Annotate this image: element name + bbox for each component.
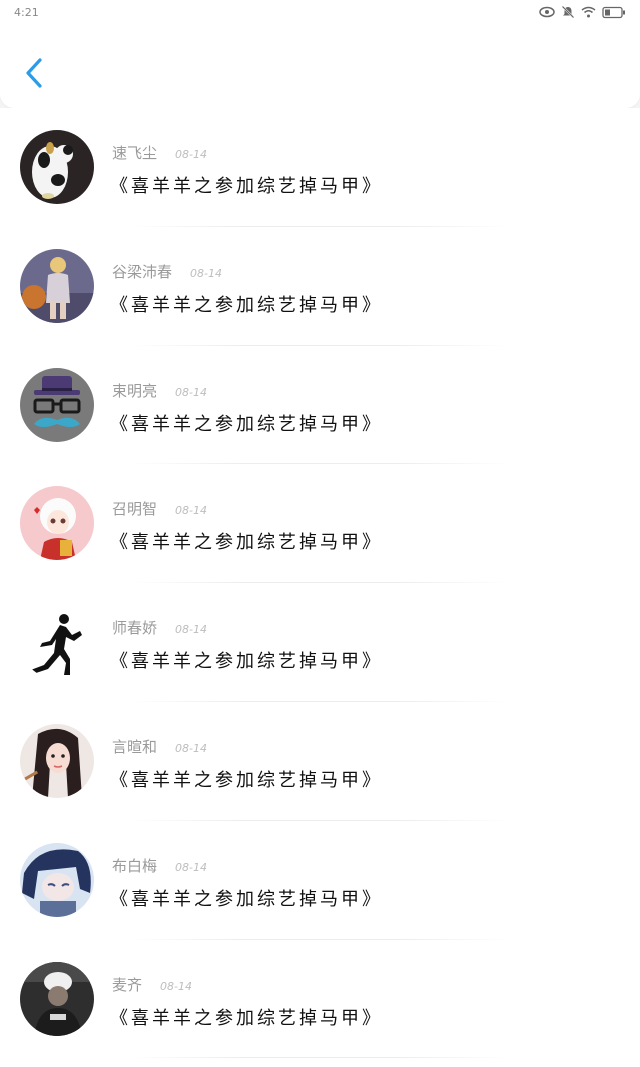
post-date: 08-14 (175, 741, 207, 755)
back-button[interactable] (20, 52, 50, 94)
item-meta: 布白梅 08-14 (112, 855, 207, 876)
eye-icon (539, 6, 555, 18)
item-meta: 束明亮 08-14 (112, 380, 207, 401)
runner-silhouette-avatar-icon (20, 605, 94, 680)
hat-glasses-mustache-avatar-icon (20, 367, 94, 442)
list-item[interactable]: 布白梅 08-14 《喜羊羊之参加综艺掉马甲》 (0, 821, 640, 940)
author-name: 布白梅 (112, 856, 158, 875)
list-item[interactable]: 束明亮 08-14 《喜羊羊之参加综艺掉马甲》 (0, 346, 640, 465)
person-dark-cap-avatar-icon (20, 961, 94, 1036)
author-name: 言暄和 (112, 737, 158, 756)
list-item[interactable]: 麦齐 08-14 《喜羊羊之参加综艺掉马甲》 (0, 940, 640, 1059)
status-icons (539, 5, 626, 19)
list-item[interactable]: 召明智 08-14 《喜羊羊之参加综艺掉马甲》 (0, 464, 640, 584)
post-date: 08-14 (175, 385, 207, 399)
status-time: 4:21 (14, 6, 39, 19)
item-meta: 速飞尘 08-14 (112, 142, 207, 163)
avatar[interactable] (20, 605, 94, 680)
divider (130, 1057, 510, 1059)
item-meta: 言暄和 08-14 (112, 736, 207, 757)
list-item[interactable]: 师春娇 08-14 《喜羊羊之参加综艺掉马甲》 (0, 583, 640, 702)
book-title: 《喜羊羊之参加综艺掉马甲》 (110, 888, 383, 910)
book-title: 《喜羊羊之参加综艺掉马甲》 (110, 294, 383, 316)
item-meta: 召明智 08-14 (112, 498, 207, 519)
author-name: 谷梁沛春 (112, 262, 173, 281)
avatar[interactable] (20, 961, 94, 1036)
book-title: 《喜羊羊之参加综艺掉马甲》 (110, 1007, 383, 1029)
wifi-icon (581, 6, 596, 18)
item-meta: 麦齐 08-14 (112, 974, 192, 995)
avatar[interactable] (20, 130, 94, 204)
post-date: 08-14 (175, 504, 207, 518)
book-list: 速飞尘 08-14 《喜羊羊之参加综艺掉马甲》 谷梁沛春 08-14 《喜羊羊之… (0, 108, 640, 1067)
post-date: 08-14 (175, 623, 207, 637)
avatar[interactable] (20, 367, 94, 442)
list-item[interactable]: 速飞尘 08-14 《喜羊羊之参加综艺掉马甲》 (0, 108, 640, 227)
author-name: 速飞尘 (112, 144, 158, 162)
avatar[interactable] (20, 723, 94, 798)
avatar[interactable] (20, 486, 94, 561)
item-meta: 师春娇 08-14 (112, 617, 207, 638)
battery-icon (602, 6, 625, 18)
post-date: 08-14 (160, 979, 192, 993)
chevron-left-icon (26, 58, 42, 88)
status-bar: 4:21 (0, 0, 640, 26)
book-title: 《喜羊羊之参加综艺掉马甲》 (110, 651, 383, 673)
avatar[interactable] (20, 248, 94, 323)
post-date: 08-14 (190, 266, 222, 280)
girl-photo-avatar-icon (20, 248, 94, 323)
anime-blue-hair-avatar-icon (20, 842, 94, 917)
item-meta: 谷梁沛春 08-14 (112, 261, 222, 282)
list-item[interactable]: 言暄和 08-14 《喜羊羊之参加综艺掉马甲》 (0, 702, 640, 821)
book-title: 《喜羊羊之参加综艺掉马甲》 (110, 769, 383, 791)
author-name: 束明亮 (112, 381, 158, 400)
book-title: 《喜羊羊之参加综艺掉马甲》 (110, 413, 383, 435)
author-name: 麦齐 (112, 975, 143, 994)
cow-cartoon-avatar-icon (20, 130, 94, 204)
book-title: 《喜羊羊之参加综艺掉马甲》 (110, 532, 383, 554)
girl-portrait-avatar-icon (20, 723, 94, 798)
post-date: 08-14 (175, 148, 207, 161)
author-name: 召明智 (112, 500, 158, 519)
header-bar: 4:21 (0, 0, 640, 108)
bell-muted-icon (561, 5, 575, 19)
list-item[interactable]: 谷梁沛春 08-14 《喜羊羊之参加综艺掉马甲》 (0, 227, 640, 346)
avatar[interactable] (20, 842, 94, 917)
book-title: 《喜羊羊之参加综艺掉马甲》 (110, 176, 383, 197)
post-date: 08-14 (175, 860, 207, 874)
anime-white-hair-avatar-icon (20, 486, 94, 561)
author-name: 师春娇 (112, 619, 158, 638)
